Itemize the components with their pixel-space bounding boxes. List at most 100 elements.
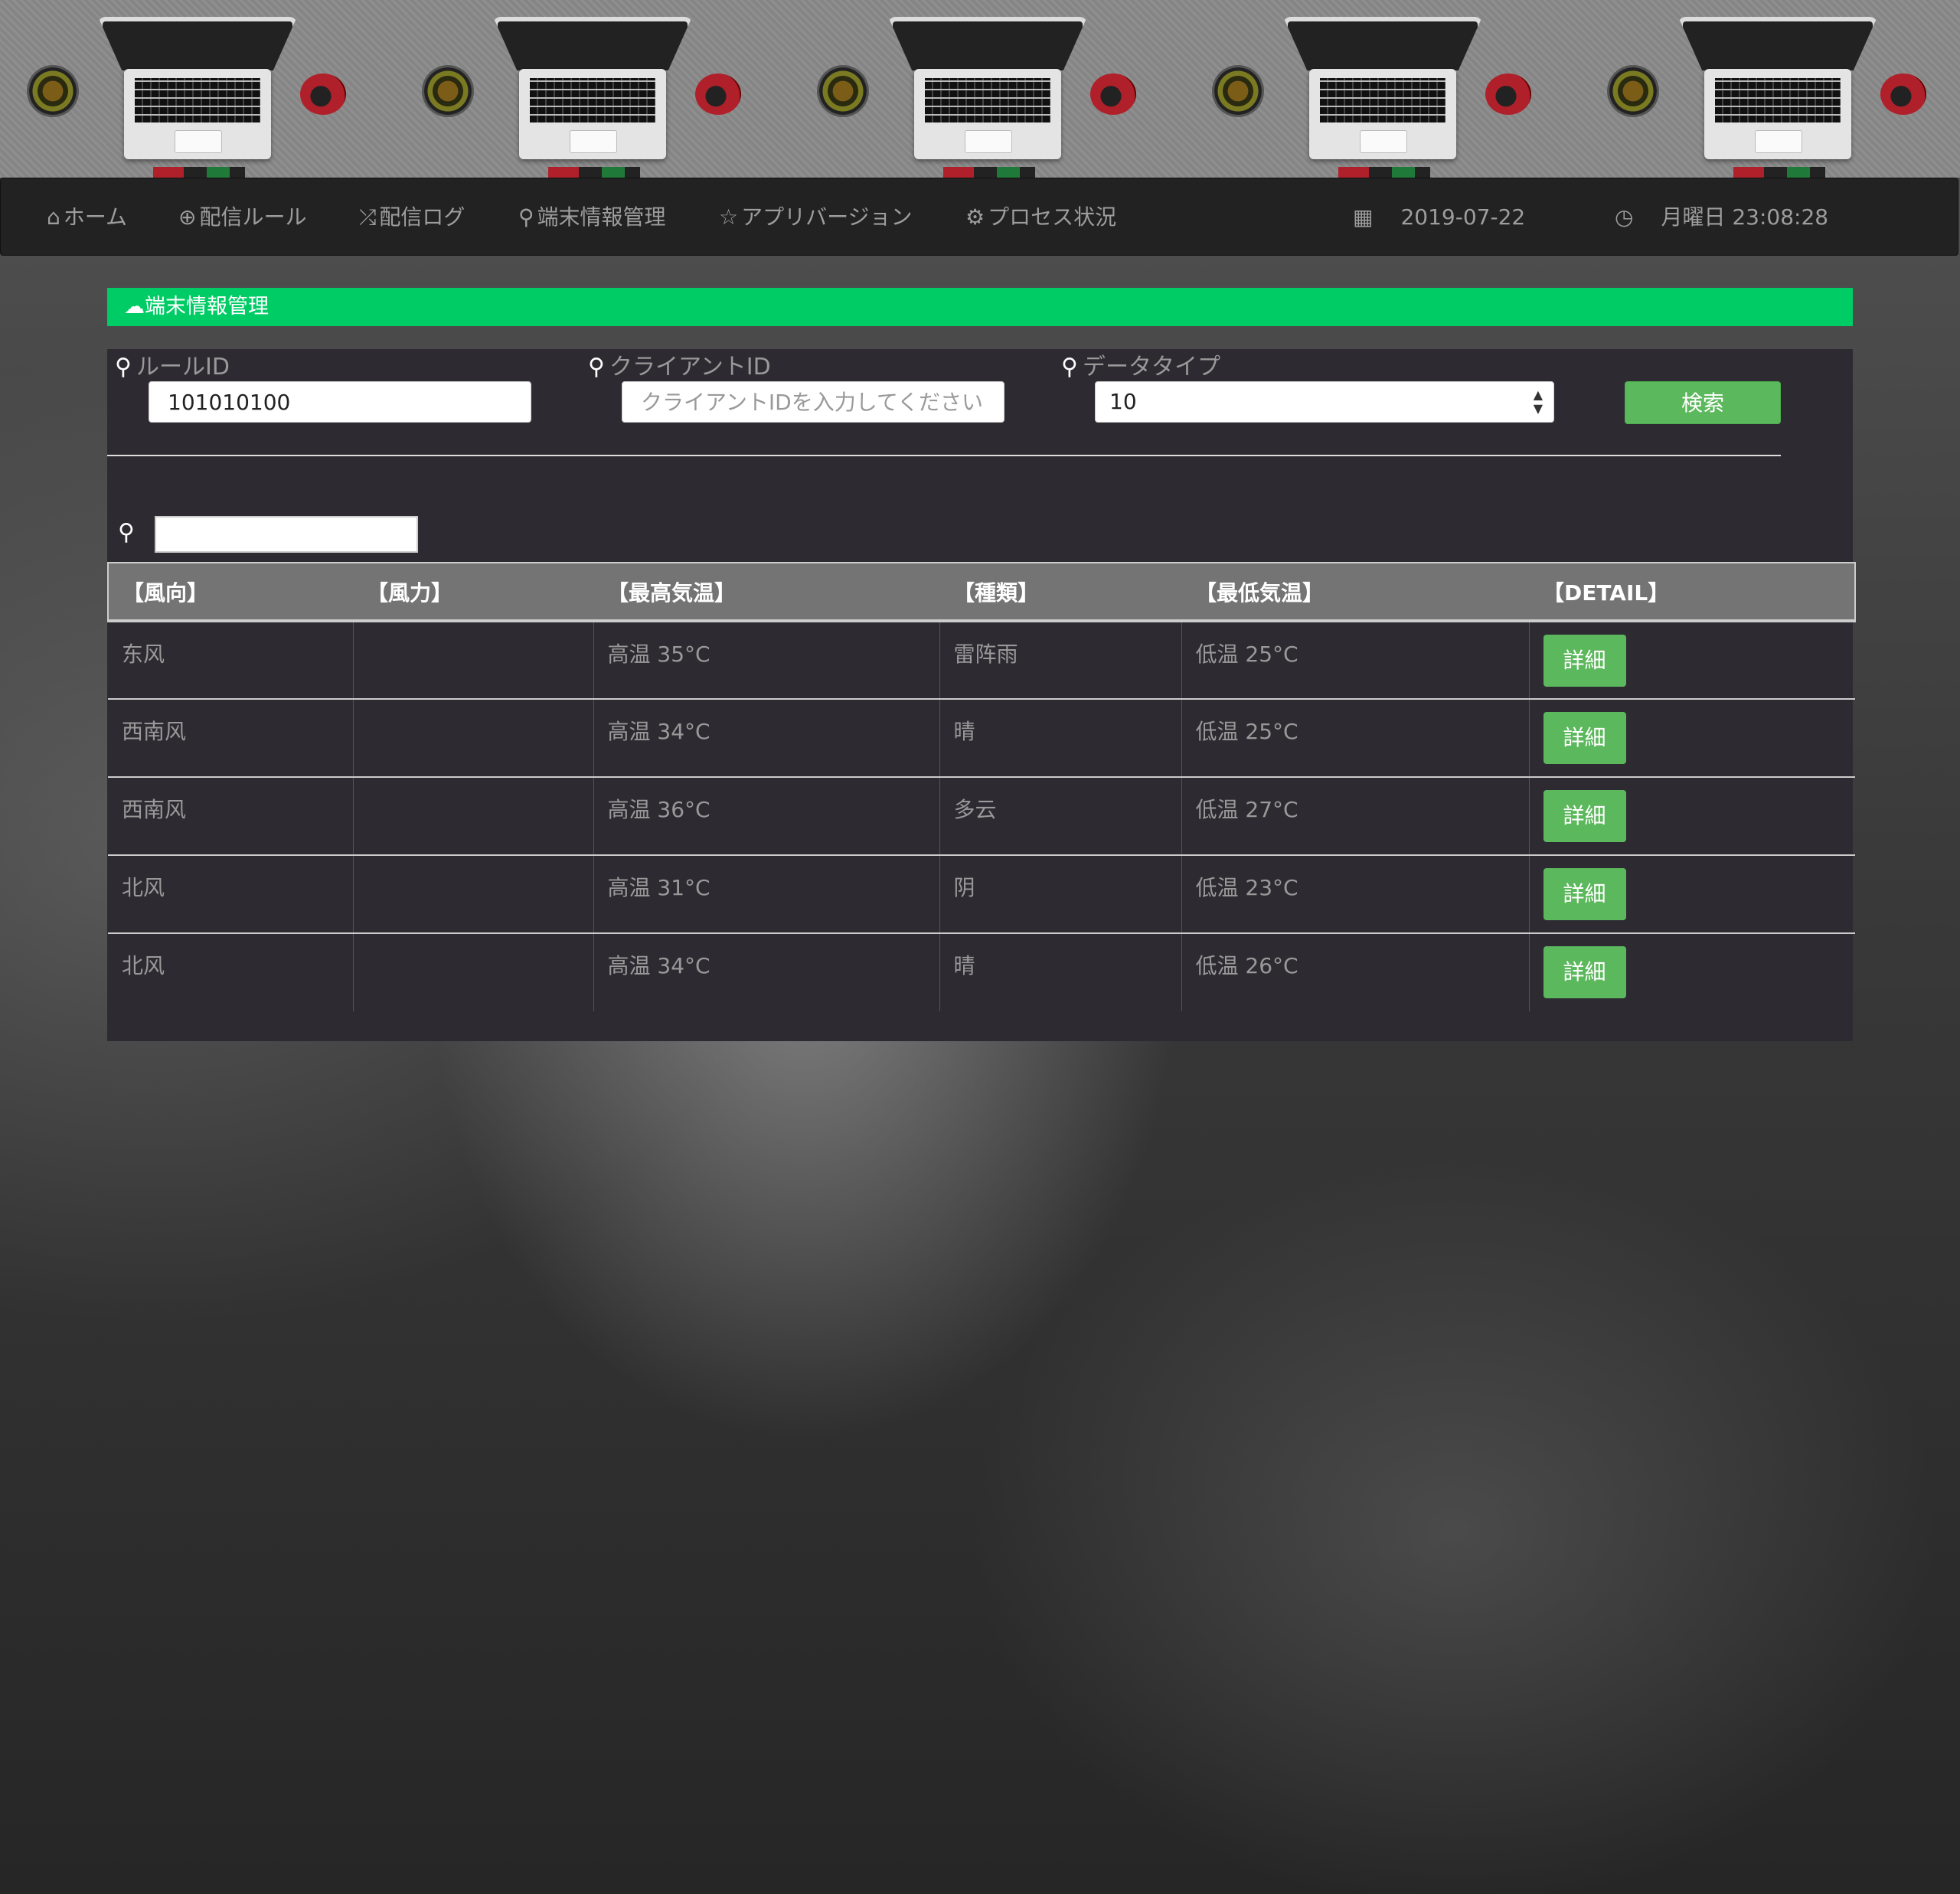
table-header-row: 【風向】 【風力】 【最高気温】 【種類】 【最低気温】 【DETAIL】	[107, 562, 1856, 622]
table-row: 北风 高温 34°C 晴 低温 26°C 詳細	[108, 933, 1855, 1011]
nav-distribution-rules-label: 配信ルール	[199, 204, 307, 230]
detail-button[interactable]: 詳細	[1543, 868, 1626, 920]
client-id-input[interactable]	[622, 381, 1004, 423]
cup-image	[1880, 73, 1926, 115]
current-date: 2019-07-22	[1400, 204, 1526, 230]
client-id-label: ⚲ クライアントID	[588, 348, 771, 381]
table-row: 西南风 高温 36°C 多云 低温 27°C 詳細	[108, 777, 1855, 856]
nav-home-label: ホーム	[63, 204, 127, 230]
header-low-temp[interactable]: 【最低気温】	[1181, 562, 1529, 622]
client-id-label-text: クライアントID	[609, 354, 771, 380]
random-icon: ⤮	[359, 204, 377, 230]
rule-id-input[interactable]	[149, 381, 531, 423]
cup-image	[300, 73, 346, 115]
cell-detail: 詳細	[1529, 933, 1855, 1011]
cell-type: 晴	[939, 933, 1182, 1011]
table-search-input[interactable]	[155, 516, 418, 553]
detail-button[interactable]: 詳細	[1543, 790, 1626, 842]
search-icon: ⚲	[118, 519, 135, 546]
table-row: 北风 高温 31°C 阴 低温 23°C 詳細	[108, 855, 1855, 934]
rule-id-label: ⚲ ルールID	[115, 348, 230, 381]
cell-low-temp: 低温 25°C	[1181, 621, 1530, 700]
zoom-in-icon: ⊕	[178, 204, 197, 230]
divider	[107, 455, 1781, 456]
panel-title: 端末情報管理	[145, 295, 269, 318]
star-icon: ☆	[719, 204, 739, 230]
cell-low-temp: 低温 26°C	[1181, 933, 1530, 1011]
cell-high-temp: 高温 35°C	[593, 621, 940, 700]
header-wind-direction[interactable]: 【風向】	[107, 562, 353, 622]
banner-laptop-image	[1185, 0, 1580, 178]
banner-laptop-image	[395, 0, 790, 178]
cell-wind-power	[353, 855, 594, 934]
data-type-select[interactable]: 10 ▲ ▼	[1095, 381, 1554, 423]
clock-icon: ◷	[1615, 204, 1634, 230]
plant-image	[424, 67, 472, 115]
search-icon: ⚲	[115, 354, 132, 380]
nav-process-status[interactable]: ⚙ プロセス状況	[965, 178, 1116, 256]
nav-terminal-info-label: 端末情報管理	[537, 204, 666, 230]
plant-image	[1609, 67, 1657, 115]
cell-wind-direction: 西南风	[108, 777, 354, 856]
cell-high-temp: 高温 34°C	[593, 933, 940, 1011]
calendar-icon: ▦	[1353, 204, 1374, 230]
table-row: 西南风 高温 34°C 晴 低温 25°C 詳細	[108, 699, 1855, 778]
laptop-image	[1678, 17, 1877, 162]
search-button[interactable]: 検索	[1625, 381, 1781, 424]
current-time: 月曜日 23:08:28	[1661, 204, 1829, 230]
detail-button[interactable]: 詳細	[1543, 712, 1626, 764]
nav-app-version[interactable]: ☆ アプリバージョン	[719, 178, 913, 256]
nav-distribution-rules[interactable]: ⊕ 配信ルール	[178, 178, 306, 256]
cell-low-temp: 低温 25°C	[1181, 699, 1530, 778]
cup-image	[1485, 73, 1531, 115]
cell-detail: 詳細	[1529, 699, 1855, 778]
header-detail[interactable]: 【DETAIL】	[1529, 562, 1856, 622]
cell-wind-direction: 西南风	[108, 699, 354, 778]
cell-high-temp: 高温 36°C	[593, 777, 940, 856]
search-icon: ⚲	[1061, 354, 1078, 380]
cell-low-temp: 低温 27°C	[1181, 777, 1530, 856]
nav-home[interactable]: ⌂ ホーム	[47, 178, 127, 256]
plant-image	[819, 67, 867, 115]
cell-wind-direction: 北风	[108, 933, 354, 1011]
data-type-label: ⚲ データタイプ	[1061, 348, 1220, 381]
detail-button[interactable]: 詳細	[1543, 635, 1626, 687]
nav-process-status-label: プロセス状況	[988, 204, 1117, 230]
cell-detail: 詳細	[1529, 855, 1855, 934]
home-icon: ⌂	[47, 204, 60, 230]
search-icon: ⚲	[588, 354, 605, 380]
cell-detail: 詳細	[1529, 621, 1855, 700]
plant-image	[29, 67, 77, 115]
laptop-image	[493, 17, 692, 162]
weather-table: 【風向】 【風力】 【最高気温】 【種類】 【最低気温】 【DETAIL】 东风…	[107, 562, 1856, 1011]
search-icon: ⚲	[518, 204, 534, 230]
cell-wind-power	[353, 699, 594, 778]
cell-type: 雷阵雨	[939, 621, 1182, 700]
time-display: ◷ 月曜日 23:08:28	[1615, 178, 1828, 256]
data-type-label-text: データタイプ	[1082, 354, 1220, 380]
nav-app-version-label: アプリバージョン	[741, 204, 913, 230]
top-navbar: ⌂ ホーム ⊕ 配信ルール ⤮ 配信ログ ⚲ 端末情報管理 ☆ アプリバージョン ⚙ プロセ…	[0, 178, 1958, 256]
select-arrows-icon: ▲ ▼	[1533, 387, 1543, 416]
banner-laptop-image	[1580, 0, 1960, 178]
cup-image	[695, 73, 741, 115]
header-banner	[0, 0, 1960, 178]
cell-low-temp: 低温 23°C	[1181, 855, 1530, 934]
data-type-selected-value: 10	[1109, 389, 1137, 414]
cell-high-temp: 高温 31°C	[593, 855, 940, 934]
nav-terminal-info[interactable]: ⚲ 端末情報管理	[518, 178, 666, 256]
cell-type: 多云	[939, 777, 1182, 856]
cell-wind-power	[353, 621, 594, 700]
gear-icon: ⚙	[965, 204, 985, 230]
cell-high-temp: 高温 34°C	[593, 699, 940, 778]
detail-button[interactable]: 詳細	[1543, 946, 1626, 998]
nav-distribution-log[interactable]: ⤮ 配信ログ	[359, 178, 465, 256]
header-high-temp[interactable]: 【最高気温】	[593, 562, 939, 622]
header-type[interactable]: 【種類】	[939, 562, 1181, 622]
header-wind-power[interactable]: 【風力】	[353, 562, 593, 622]
cell-type: 晴	[939, 699, 1182, 778]
plant-image	[1214, 67, 1262, 115]
cell-detail: 詳細	[1529, 777, 1855, 856]
cup-image	[1090, 73, 1136, 115]
date-display: ▦ 2019-07-22	[1353, 178, 1525, 256]
